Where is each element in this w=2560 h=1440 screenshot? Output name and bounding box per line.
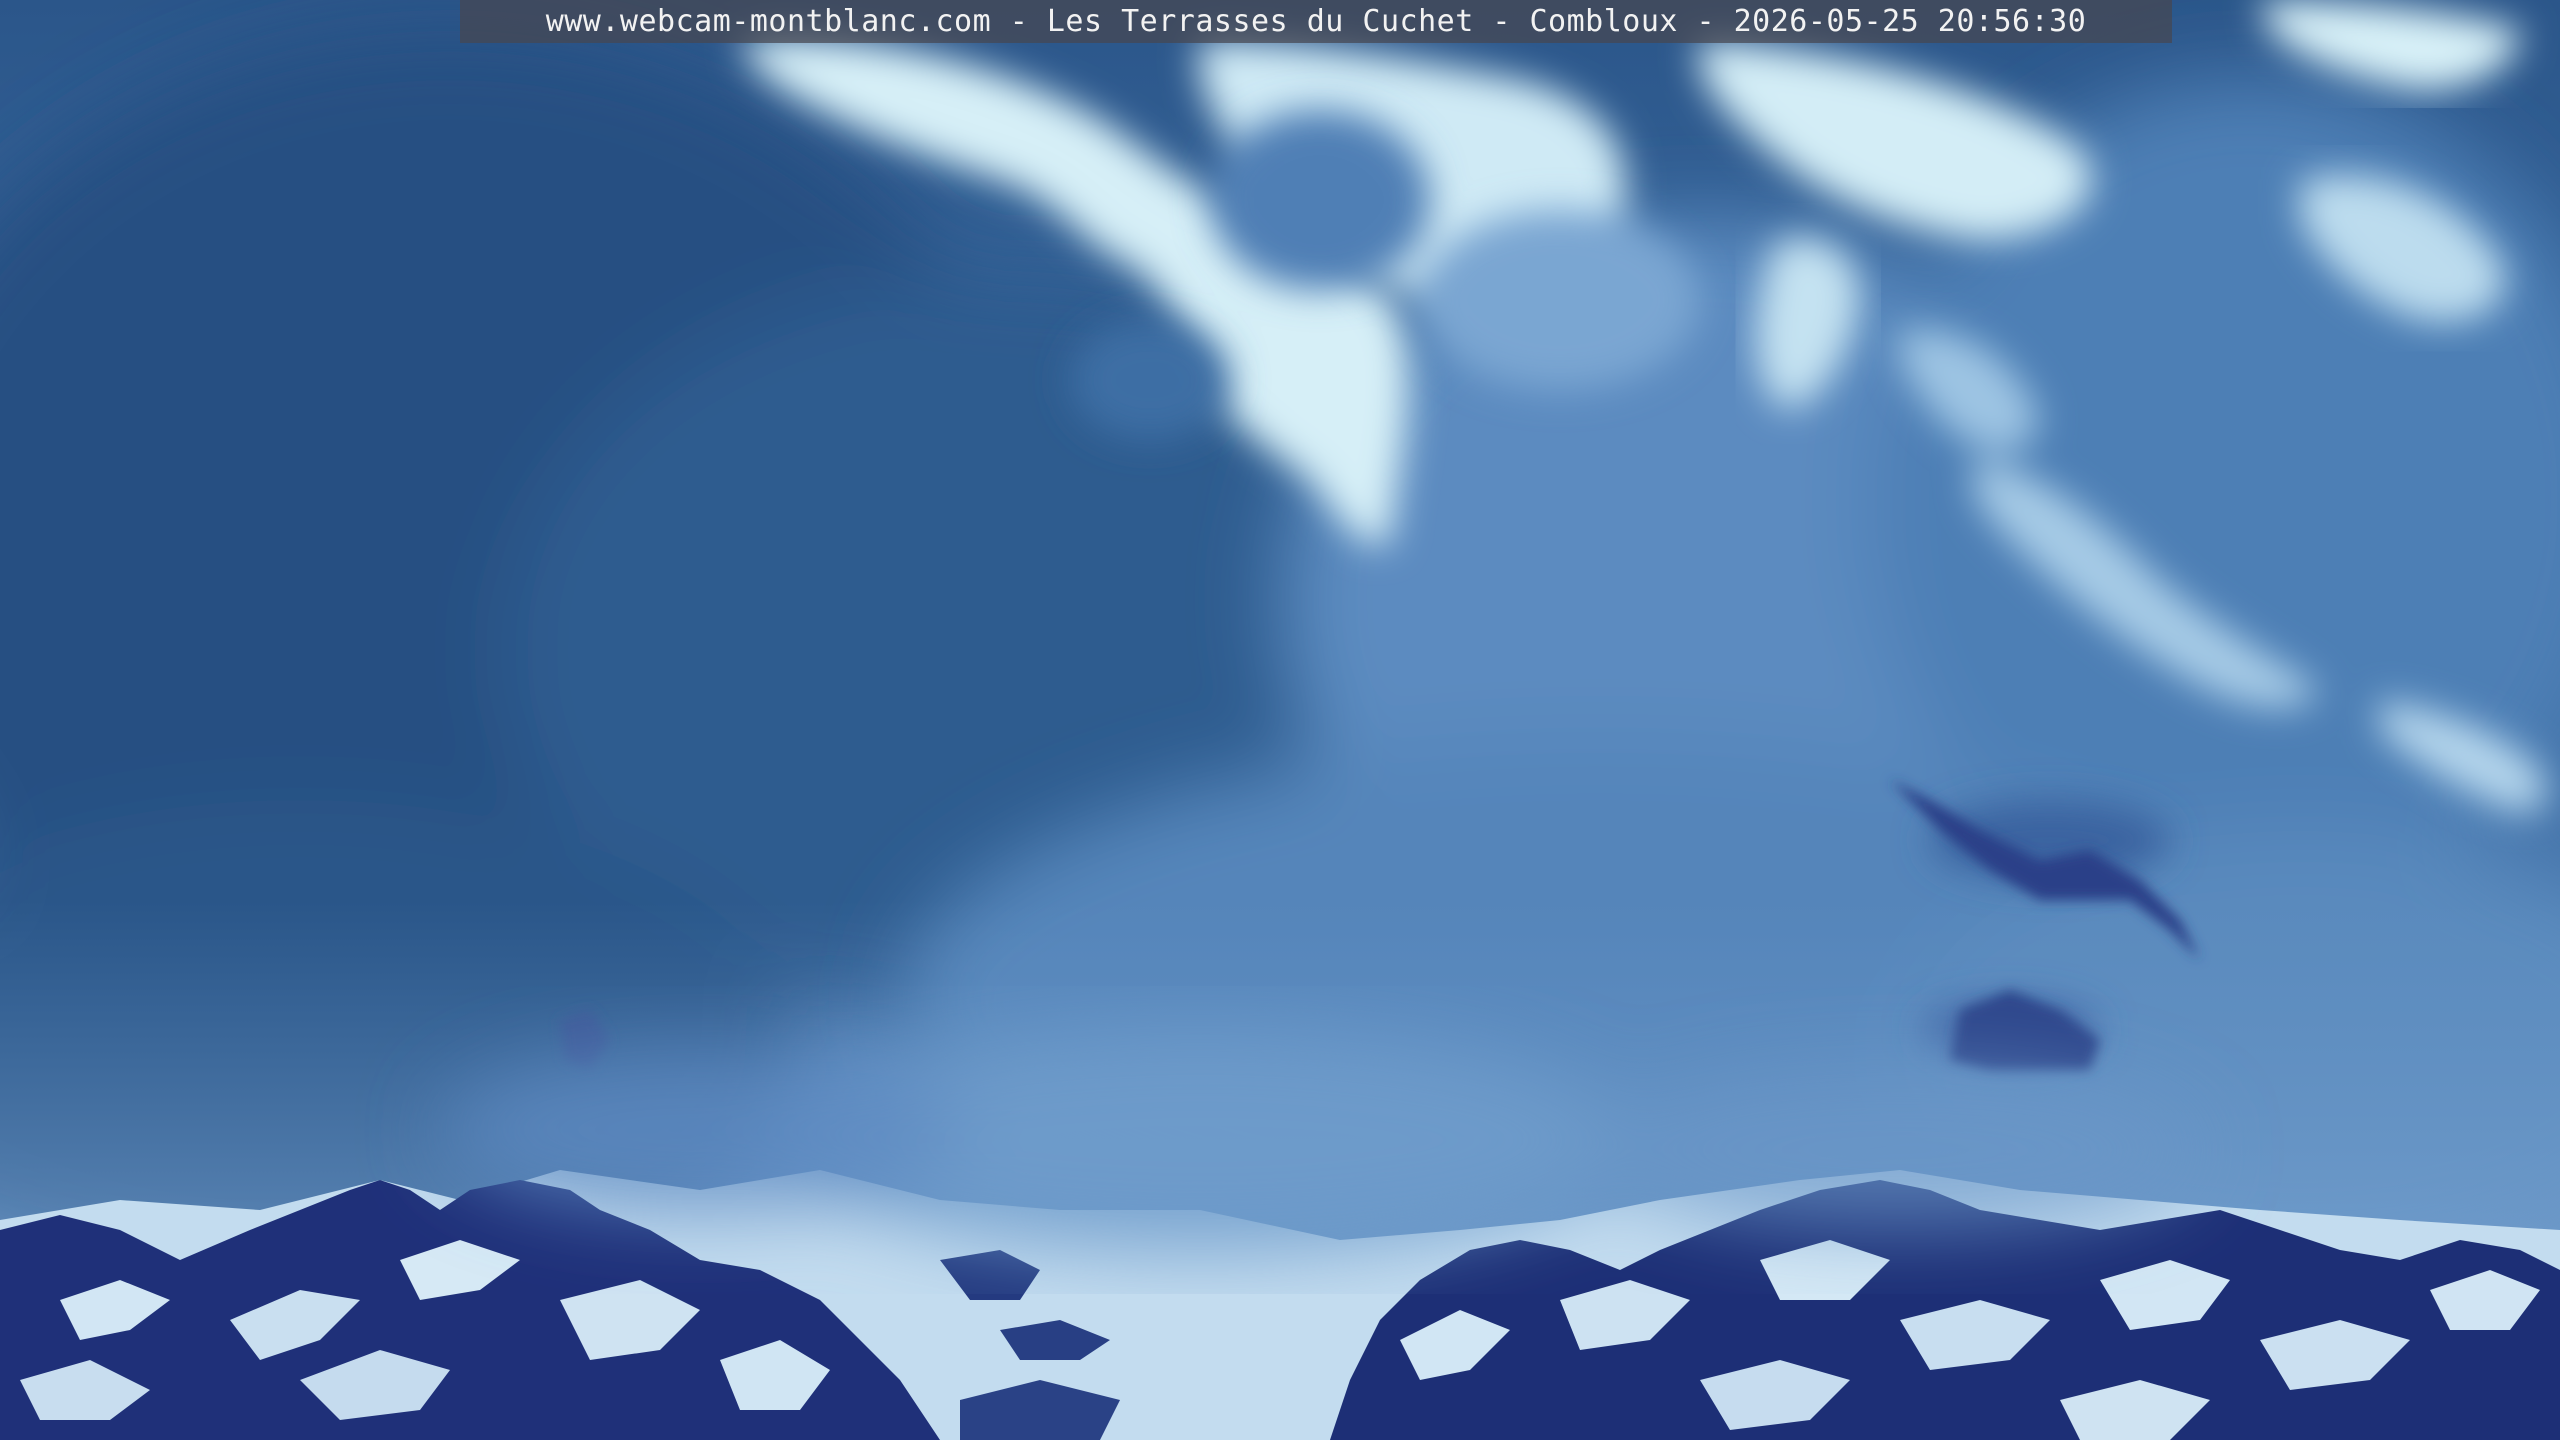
webcam-caption-text: www.webcam-montblanc.com - Les Terrasses… (545, 4, 2087, 39)
webcam-caption-bar: www.webcam-montblanc.com - Les Terrasses… (460, 0, 2172, 43)
mountain-landscape-image (0, 0, 2560, 1440)
webcam-frame: www.webcam-montblanc.com - Les Terrasses… (0, 0, 2560, 1440)
